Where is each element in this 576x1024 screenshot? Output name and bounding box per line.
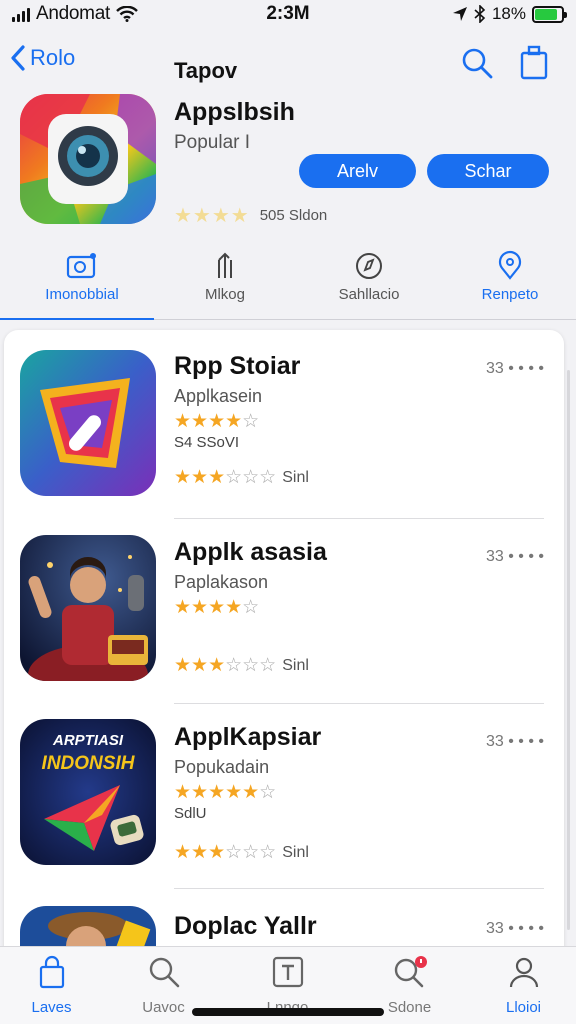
back-label: Rolo — [30, 45, 76, 70]
app-rating-row: ★★★☆☆☆ Sinl — [174, 654, 309, 677]
home-indicator[interactable] — [192, 1008, 384, 1016]
hero-rating-count: 505 Sldon — [259, 207, 328, 224]
app-size: Sinl — [282, 468, 309, 486]
search-icon[interactable] — [460, 46, 494, 80]
status-bar: Andomat 2:3M 18% — [0, 0, 576, 30]
tab-uavoc[interactable]: Uavoc — [106, 955, 221, 1016]
tab-label: Mlkog — [204, 286, 245, 303]
chevron-left-icon — [11, 45, 25, 71]
list-item[interactable]: Applk asasia Paplakason ★★★★☆ ★★★☆☆☆ Sin… — [4, 520, 564, 705]
app-rating-row: ★★★☆☆☆ Sinl — [174, 841, 309, 864]
list-item[interactable]: ARPTIASI INDONSIH ApplKapsiar Popukadain… — [4, 705, 564, 890]
app-icon-3: ARPTIASI INDONSIH — [20, 719, 156, 865]
scrollbar[interactable] — [567, 370, 570, 930]
lock-tab-icon — [39, 955, 64, 989]
hero-app-subtitle: Popular I — [174, 132, 251, 153]
active-tab-indicator — [0, 318, 154, 320]
page-title: Tapov — [174, 58, 238, 83]
rating-stars-icon: ★★★☆☆☆ — [174, 467, 277, 488]
tab-label: Renpeto — [481, 286, 539, 303]
row-divider — [174, 703, 544, 704]
location-icon — [452, 7, 467, 21]
app-icon-2 — [20, 535, 156, 681]
icon-text-1: ARPTIASI — [52, 732, 124, 749]
share-tab-icon — [218, 252, 232, 278]
more-button[interactable]: 33 • • • • — [486, 548, 544, 566]
tab-label: Lloioi — [505, 999, 542, 1016]
tab-lnngo[interactable]: Lnngo — [230, 955, 345, 1016]
tab-laves[interactable]: Laves — [0, 955, 109, 1016]
arrow-logo-icon: ARPTIASI INDONSIH — [20, 719, 156, 865]
rating-stars-icon: ★★★☆☆☆ — [174, 655, 277, 676]
app-name: ApplKapsiar — [174, 723, 322, 751]
app-size: Sinl — [282, 843, 309, 861]
game-character-icon — [20, 535, 156, 681]
hero-app-icon[interactable] — [20, 94, 156, 224]
app-subtitle: Popukadain — [174, 757, 270, 777]
rating-stars-icon: ★★★☆☆☆ — [174, 842, 277, 863]
tab-label: Laves — [31, 999, 72, 1016]
tab-imonobbial[interactable]: Imonobbial — [10, 246, 154, 320]
pin-tab-icon — [498, 250, 522, 280]
list-item[interactable]: Rpp Stoiar Applkasein ★★★★☆ S4 SSoVI ★★★… — [4, 330, 564, 520]
more-button[interactable]: 33 • • • • — [486, 733, 544, 751]
row-divider — [174, 888, 544, 889]
camera-lens-icon — [20, 94, 156, 224]
text-tab-icon — [272, 956, 303, 988]
tab-sdone[interactable]: Sdone — [352, 955, 467, 1016]
rating-stars-icon: ★★★★★☆ — [174, 782, 277, 803]
app-rating-row: ★★★☆☆☆ Sinl — [174, 466, 309, 489]
tab-lloioi[interactable]: Lloioi — [466, 955, 576, 1016]
tab-label: Imonobbial — [45, 286, 119, 303]
app-name: Doplac Yallr — [174, 912, 317, 940]
app-name: Rpp Stoiar — [174, 352, 301, 380]
more-button[interactable]: 33 • • • • — [486, 920, 544, 938]
app-subtitle: Applkasein — [174, 386, 263, 406]
category-tabs: Imonobbial Mlkog Sahllacio Renpeto — [0, 246, 576, 320]
tab-label: Sahllacio — [338, 286, 400, 303]
icon-text-2: INDONSIH — [42, 753, 136, 774]
app-list: Rpp Stoiar Applkasein ★★★★☆ S4 SSoVI ★★★… — [4, 330, 564, 970]
search-tab-icon — [149, 957, 179, 988]
battery-percent: 18% — [491, 4, 526, 23]
app-name: Applk asasia — [174, 538, 327, 566]
app-size: Sinl — [282, 656, 309, 674]
person-tab-icon — [509, 957, 538, 988]
app-meta: S4 SSoVI — [174, 434, 240, 451]
rating-stars-icon: ★★★★☆ — [174, 411, 260, 432]
row-divider — [174, 518, 544, 519]
search-badge-tab-icon — [394, 956, 427, 988]
app-meta: SdlU — [174, 805, 207, 822]
share-icon[interactable] — [518, 44, 550, 80]
hero-rating: ★★★★ 505 Sldon — [174, 203, 327, 228]
bluetooth-icon — [474, 5, 486, 23]
app-icon-1 — [20, 350, 156, 496]
secondary-action-button[interactable]: Schar — [427, 154, 549, 188]
primary-action-button[interactable]: Arelv — [299, 154, 416, 188]
battery-icon — [532, 5, 567, 23]
app-subtitle: Paplakason — [174, 572, 269, 592]
hero-stars-icon: ★★★★ — [174, 205, 250, 227]
hero-app-name: Appslbsih — [174, 98, 295, 126]
tab-sahllacio[interactable]: Sahllacio — [297, 246, 441, 320]
compass-tab-icon — [356, 253, 382, 279]
back-button[interactable]: Rolo — [10, 44, 75, 72]
tab-renpeto[interactable]: Renpeto — [438, 246, 576, 320]
app-logo-icon — [20, 350, 156, 496]
more-button[interactable]: 33 • • • • — [486, 360, 544, 378]
status-right: 18% — [452, 4, 567, 24]
tab-mlkog[interactable]: Mlkog — [153, 246, 297, 320]
rating-stars-icon: ★★★★☆ — [174, 597, 260, 618]
camera-tab-icon — [66, 253, 96, 279]
